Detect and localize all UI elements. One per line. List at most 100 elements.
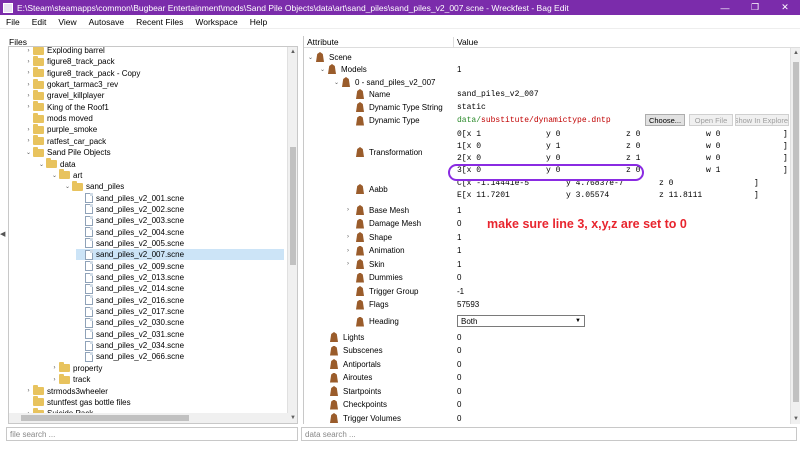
expand-arrow-icon[interactable]: ⌄ xyxy=(318,66,327,73)
minimize-button[interactable]: — xyxy=(710,0,740,15)
folder-item[interactable]: › ratfest_car_pack xyxy=(24,135,106,147)
prop-row-checkpoints[interactable]: Checkpoints 0 xyxy=(304,400,789,410)
file-item[interactable]: sand_piles_v2_016.scne xyxy=(76,295,184,306)
prop-value[interactable]: 0 xyxy=(457,273,461,282)
menu-recent-files[interactable]: Recent Files xyxy=(130,17,189,27)
prop-row-lights[interactable]: Lights 0 xyxy=(304,332,789,342)
prop-row-dynamic-type-string[interactable]: Dynamic Type String static xyxy=(304,102,789,112)
chevron-right-icon[interactable]: › xyxy=(341,248,355,254)
transformation-cell[interactable]: w 0 xyxy=(706,142,720,151)
file-item[interactable]: sand_piles_v2_003.scne xyxy=(76,215,184,226)
chevron-down-icon[interactable]: ⌄ xyxy=(63,183,72,190)
transformation-cell[interactable]: 1[x 0 xyxy=(457,142,481,151)
folder-item[interactable]: › track xyxy=(50,373,90,385)
prop-row-scene[interactable]: ⌄ Scene xyxy=(304,52,789,62)
menu-workspace[interactable]: Workspace xyxy=(189,17,243,27)
data-search-input[interactable] xyxy=(305,429,796,439)
aabb-cell[interactable]: y 3.05574 xyxy=(566,191,609,200)
prop-row-name[interactable]: Name sand_piles_v2_007 xyxy=(304,89,789,99)
aabb-cell[interactable]: z 0 xyxy=(659,179,673,188)
chevron-right-icon[interactable]: › xyxy=(341,207,355,213)
transformation-cell[interactable]: y 1 xyxy=(546,142,560,151)
file-item[interactable]: sand_piles_v2_066.scne xyxy=(76,351,184,362)
chevron-right-icon[interactable]: › xyxy=(50,377,59,383)
transformation-cell[interactable]: w 0 xyxy=(706,130,720,139)
scroll-down-icon[interactable]: ▼ xyxy=(791,414,800,424)
aabb-cell[interactable]: z 11.8111 xyxy=(659,191,702,200)
close-button[interactable]: ✕ xyxy=(770,0,800,15)
prop-row-heading[interactable]: Heading Both ▼ xyxy=(304,315,789,328)
chevron-right-icon[interactable]: › xyxy=(24,82,33,88)
prop-row-animation[interactable]: › Animation 1 xyxy=(304,246,789,256)
file-search-input[interactable] xyxy=(10,429,297,439)
show-in-explorer-button[interactable]: Show In Explorer xyxy=(735,114,789,126)
prop-value[interactable]: 0 xyxy=(457,346,461,355)
prop-value[interactable]: 1 xyxy=(457,206,461,215)
value-column-header[interactable]: Value xyxy=(457,37,478,47)
prop-row-dummies[interactable]: Dummies 0 xyxy=(304,273,789,283)
transformation-cell[interactable]: z 1 xyxy=(626,154,640,163)
prop-row-base-mesh[interactable]: › Base Mesh 1 xyxy=(304,205,789,215)
file-item[interactable]: sand_piles_v2_034.scne xyxy=(76,340,184,351)
prop-value[interactable]: 0 xyxy=(457,387,461,396)
file-tree-hscrollbar[interactable] xyxy=(9,413,289,423)
scroll-up-icon[interactable]: ▲ xyxy=(791,48,800,58)
transformation-cell[interactable]: w 1 xyxy=(706,166,720,175)
prop-row-airoutes[interactable]: Airoutes 0 xyxy=(304,373,789,383)
heading-select[interactable]: Both ▼ xyxy=(457,315,585,327)
prop-row-dynamic-type[interactable]: Dynamic Type data/substitute/dynamictype… xyxy=(304,114,789,127)
prop-row-subscenes[interactable]: Subscenes 0 xyxy=(304,346,789,356)
scroll-up-icon[interactable]: ▲ xyxy=(288,47,297,57)
prop-value[interactable]: 0 xyxy=(457,219,461,228)
attribute-column-header[interactable]: Attribute xyxy=(307,37,339,47)
chevron-right-icon[interactable]: › xyxy=(24,70,33,76)
prop-row-antiportals[interactable]: Antiportals 0 xyxy=(304,359,789,369)
chevron-right-icon[interactable]: › xyxy=(24,388,33,394)
prop-value[interactable]: 1 xyxy=(457,260,461,269)
maximize-button[interactable]: ❐ xyxy=(740,0,770,15)
file-item[interactable]: sand_piles_v2_031.scne xyxy=(76,329,184,340)
prop-row-skin[interactable]: › Skin 1 xyxy=(304,259,789,269)
file-item[interactable]: sand_piles_v2_005.scne xyxy=(76,238,184,249)
transformation-cell[interactable]: y 0 xyxy=(546,130,560,139)
folder-item[interactable]: › gokart_tarmac3_rev xyxy=(24,78,118,90)
menu-autosave[interactable]: Autosave xyxy=(83,17,130,27)
prop-value[interactable]: 0 xyxy=(457,360,461,369)
folder-item[interactable]: › purple_smoke xyxy=(24,123,97,135)
file-item[interactable]: sand_piles_v2_007.scne xyxy=(76,249,284,261)
chevron-right-icon[interactable]: › xyxy=(24,127,33,133)
prop-row-trigger-group[interactable]: Trigger Group -1 xyxy=(304,286,789,296)
menu-view[interactable]: View xyxy=(52,17,82,27)
prop-value[interactable]: 1 xyxy=(457,246,461,255)
file-item[interactable]: sand_piles_v2_004.scne xyxy=(76,227,184,238)
properties-scrollbar[interactable]: ▲ ▼ xyxy=(790,48,800,424)
expand-arrow-icon[interactable]: ⌄ xyxy=(306,54,315,61)
chevron-right-icon[interactable]: › xyxy=(24,104,33,110)
chevron-right-icon[interactable]: › xyxy=(50,365,59,371)
prop-row-aabb[interactable]: Aabb xyxy=(304,184,789,194)
folder-item[interactable]: › strmods3wheeler xyxy=(24,385,108,397)
file-tree-scrollbar[interactable]: ▲ ▼ xyxy=(287,47,297,423)
chevron-right-icon[interactable]: › xyxy=(24,48,33,54)
file-item[interactable]: sand_piles_v2_001.scne xyxy=(76,193,184,204)
prop-row-trigger-volumes[interactable]: Trigger Volumes 0 xyxy=(304,413,789,423)
folder-item[interactable]: ⌄ art xyxy=(50,169,82,181)
prop-value[interactable]: 0 xyxy=(457,333,461,342)
data-search-box[interactable] xyxy=(301,427,797,441)
folder-item[interactable]: mods moved xyxy=(24,112,93,124)
file-item[interactable]: sand_piles_v2_014.scne xyxy=(76,283,184,294)
expand-arrow-icon[interactable]: ⌄ xyxy=(332,79,341,86)
scrollbar-thumb[interactable] xyxy=(290,147,296,265)
folder-item[interactable]: › Exploding barrel xyxy=(24,47,105,56)
folder-item[interactable]: › figure8_track_pack - Copy xyxy=(24,67,140,79)
file-item[interactable]: sand_piles_v2_002.scne xyxy=(76,204,184,215)
prop-row-shape[interactable]: › Shape 1 xyxy=(304,232,789,242)
folder-item[interactable]: ⌄ Sand Pile Objects xyxy=(24,146,111,158)
folder-item[interactable]: ⌄ sand_piles xyxy=(63,180,124,192)
prop-value[interactable]: 1 xyxy=(457,233,461,242)
transformation-cell[interactable]: 0[x 1 xyxy=(457,130,481,139)
file-item[interactable]: sand_piles_v2_030.scne xyxy=(76,317,184,328)
scroll-down-icon[interactable]: ▼ xyxy=(288,413,297,423)
prop-row-startpoints[interactable]: Startpoints 0 xyxy=(304,386,789,396)
menu-help[interactable]: Help xyxy=(244,17,273,27)
